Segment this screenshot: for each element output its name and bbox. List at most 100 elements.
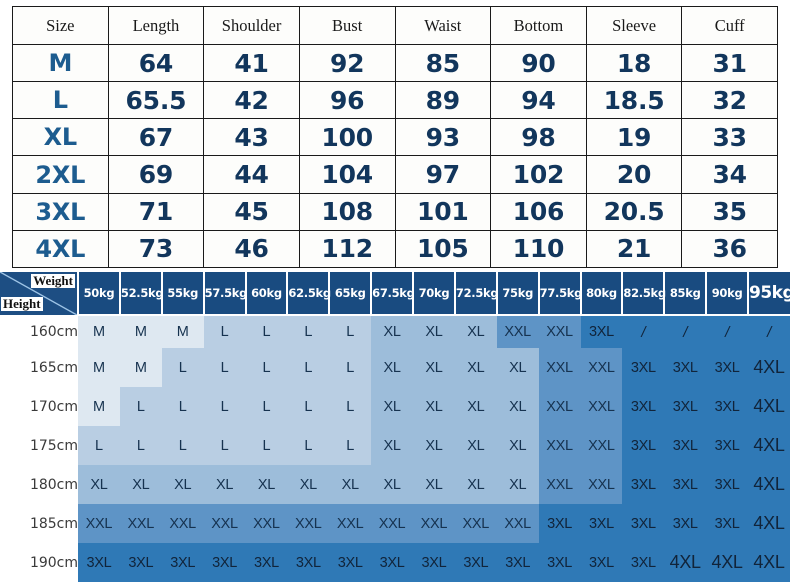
size-cell-unavailable: / xyxy=(664,315,707,349)
size-cell: XXL xyxy=(538,315,581,349)
measurement-value-bottom: 106 xyxy=(490,192,587,231)
size-cell: 4XL xyxy=(748,465,790,505)
size-cell: L xyxy=(329,315,372,349)
measurement-size-label: M xyxy=(12,43,109,83)
weight-header-52-5kg: 52.5kg xyxy=(118,272,164,316)
weight-header-57-5kg: 57.5kg xyxy=(202,272,247,316)
size-grid-row: 180cm XL XL XL XL XL XL XL XL XL XL XL XXL XXL 3XL 3XL 3… xyxy=(0,465,790,505)
size-cell: 3XL xyxy=(664,504,707,544)
measurement-size-label: 2XL xyxy=(12,155,109,194)
size-cell: 3XL xyxy=(161,543,204,582)
size-cell: 3XL xyxy=(538,504,581,544)
size-cell: XL xyxy=(413,426,455,466)
size-cell: XL xyxy=(454,465,497,505)
measurement-col-header-cuff: Cuff xyxy=(681,6,778,45)
size-grid-row: 190cm 3XL 3XL 3XL 3XL 3XL 3XL 3XL 3XL 3XL 3XL 3XL 3X… xyxy=(0,543,790,582)
measurement-col-header-bust: Bust xyxy=(298,6,396,45)
measurement-value-length: 67 xyxy=(107,118,205,157)
size-cell: 4XL xyxy=(748,348,790,388)
size-cell: XXL xyxy=(329,504,372,544)
size-cell: 3XL xyxy=(454,543,497,582)
measurement-value-bottom: 94 xyxy=(490,81,587,120)
size-cell-unavailable: / xyxy=(748,315,790,349)
measurement-value-shoulder: 45 xyxy=(203,192,300,231)
size-grid-container: Weight Height 50kg 52.5kg 55kg 57.5kg 60kg 62… xyxy=(0,272,790,582)
weight-axis-label: Weight xyxy=(31,273,75,288)
size-cell: XXL xyxy=(538,348,581,388)
size-cell: 3XL xyxy=(706,348,748,388)
size-cell: 3XL xyxy=(580,315,623,349)
measurement-table-container: Size Length Shoulder Bust Waist Bottom Sleeve C… xyxy=(0,0,790,272)
size-cell: XL xyxy=(371,387,413,427)
measurement-col-header-shoulder: Shoulder xyxy=(203,6,300,45)
size-cell: XL xyxy=(78,465,120,505)
measurement-value-shoulder: 46 xyxy=(203,229,300,269)
measurement-size-label: XL xyxy=(12,118,109,157)
height-weight-size-grid: Weight Height 50kg 52.5kg 55kg 57.5kg 60kg 62… xyxy=(0,272,790,582)
height-axis-label: Height xyxy=(1,296,43,312)
weight-header-62-5kg: 62.5kg xyxy=(286,272,331,316)
size-cell: 4XL xyxy=(706,543,748,582)
weight-header-90kg: 90kg xyxy=(705,272,748,316)
measurement-value-length: 65.5 xyxy=(107,81,205,120)
size-cell: L xyxy=(203,387,246,427)
size-cell: L xyxy=(161,387,204,427)
size-cell: 4XL xyxy=(748,387,790,427)
weight-header-75kg: 75kg xyxy=(495,272,539,316)
measurement-value-sleeve: 18 xyxy=(585,43,683,83)
measurement-value-waist: 93 xyxy=(394,118,492,157)
measurement-value-bust: 92 xyxy=(298,43,396,83)
size-cell: XL xyxy=(454,426,497,466)
size-cell: 3XL xyxy=(706,426,748,466)
measurement-value-bottom: 90 xyxy=(490,43,587,83)
measurement-value-shoulder: 41 xyxy=(203,43,300,83)
size-cell: L xyxy=(203,315,246,349)
size-cell: M xyxy=(78,387,120,427)
size-cell: XXL xyxy=(161,504,204,544)
measurement-col-header-length: Length xyxy=(107,6,205,45)
size-cell: XL xyxy=(454,348,497,388)
weight-header-77-5kg: 77.5kg xyxy=(537,272,582,316)
height-header-185cm: 185cm xyxy=(0,504,78,544)
measurement-value-cuff: 36 xyxy=(681,229,778,269)
weight-header-82-5kg: 82.5kg xyxy=(621,272,666,316)
measurement-size-label: 4XL xyxy=(12,229,109,269)
grid-header-row: Weight Height 50kg 52.5kg 55kg 57.5kg 60kg 62… xyxy=(0,272,790,316)
size-cell: XXL xyxy=(538,426,581,466)
measurement-col-header-waist: Waist xyxy=(394,6,492,45)
size-cell: L xyxy=(287,426,330,466)
size-cell: L xyxy=(287,348,330,388)
measurement-value-length: 73 xyxy=(107,229,205,269)
measurement-value-cuff: 31 xyxy=(681,43,778,83)
measurement-value-waist: 101 xyxy=(394,192,492,231)
size-cell: XL xyxy=(413,387,455,427)
measurement-value-sleeve: 19 xyxy=(585,118,683,157)
size-cell: XXL xyxy=(580,387,623,427)
size-grid-row: 185cm XXL XXL XXL XXL XXL XXL XXL XXL XXL XXL XXL 3X… xyxy=(0,504,790,544)
measurement-value-bust: 96 xyxy=(298,81,396,120)
weight-header-65kg: 65kg xyxy=(328,272,372,316)
size-cell: M xyxy=(119,315,162,349)
size-cell: 3XL xyxy=(622,504,665,544)
size-cell: XL xyxy=(496,465,539,505)
weight-header-95kg: 95kg xyxy=(747,272,790,316)
weight-header-55kg: 55kg xyxy=(160,272,204,316)
size-cell: 3XL xyxy=(580,504,623,544)
measurement-row: XL 67 43 100 93 98 19 33 xyxy=(12,118,778,157)
measurement-header-row: Size Length Shoulder Bust Waist Bottom Sleeve C… xyxy=(12,6,778,45)
size-cell: 3XL xyxy=(664,387,707,427)
weight-header-60kg: 60kg xyxy=(244,272,288,316)
size-cell: M xyxy=(119,348,162,388)
size-cell: L xyxy=(78,426,120,466)
measurement-value-cuff: 34 xyxy=(681,155,778,194)
measurement-value-bust: 100 xyxy=(298,118,396,157)
size-cell: XL xyxy=(203,465,246,505)
size-cell: XL xyxy=(245,465,288,505)
measurement-value-waist: 105 xyxy=(394,229,492,269)
measurement-value-waist: 89 xyxy=(394,81,492,120)
size-cell-unavailable: / xyxy=(622,315,665,349)
height-header-180cm: 180cm xyxy=(0,465,78,505)
size-cell: XL xyxy=(329,465,372,505)
size-cell: 3XL xyxy=(622,543,665,582)
measurement-value-shoulder: 44 xyxy=(203,155,300,194)
